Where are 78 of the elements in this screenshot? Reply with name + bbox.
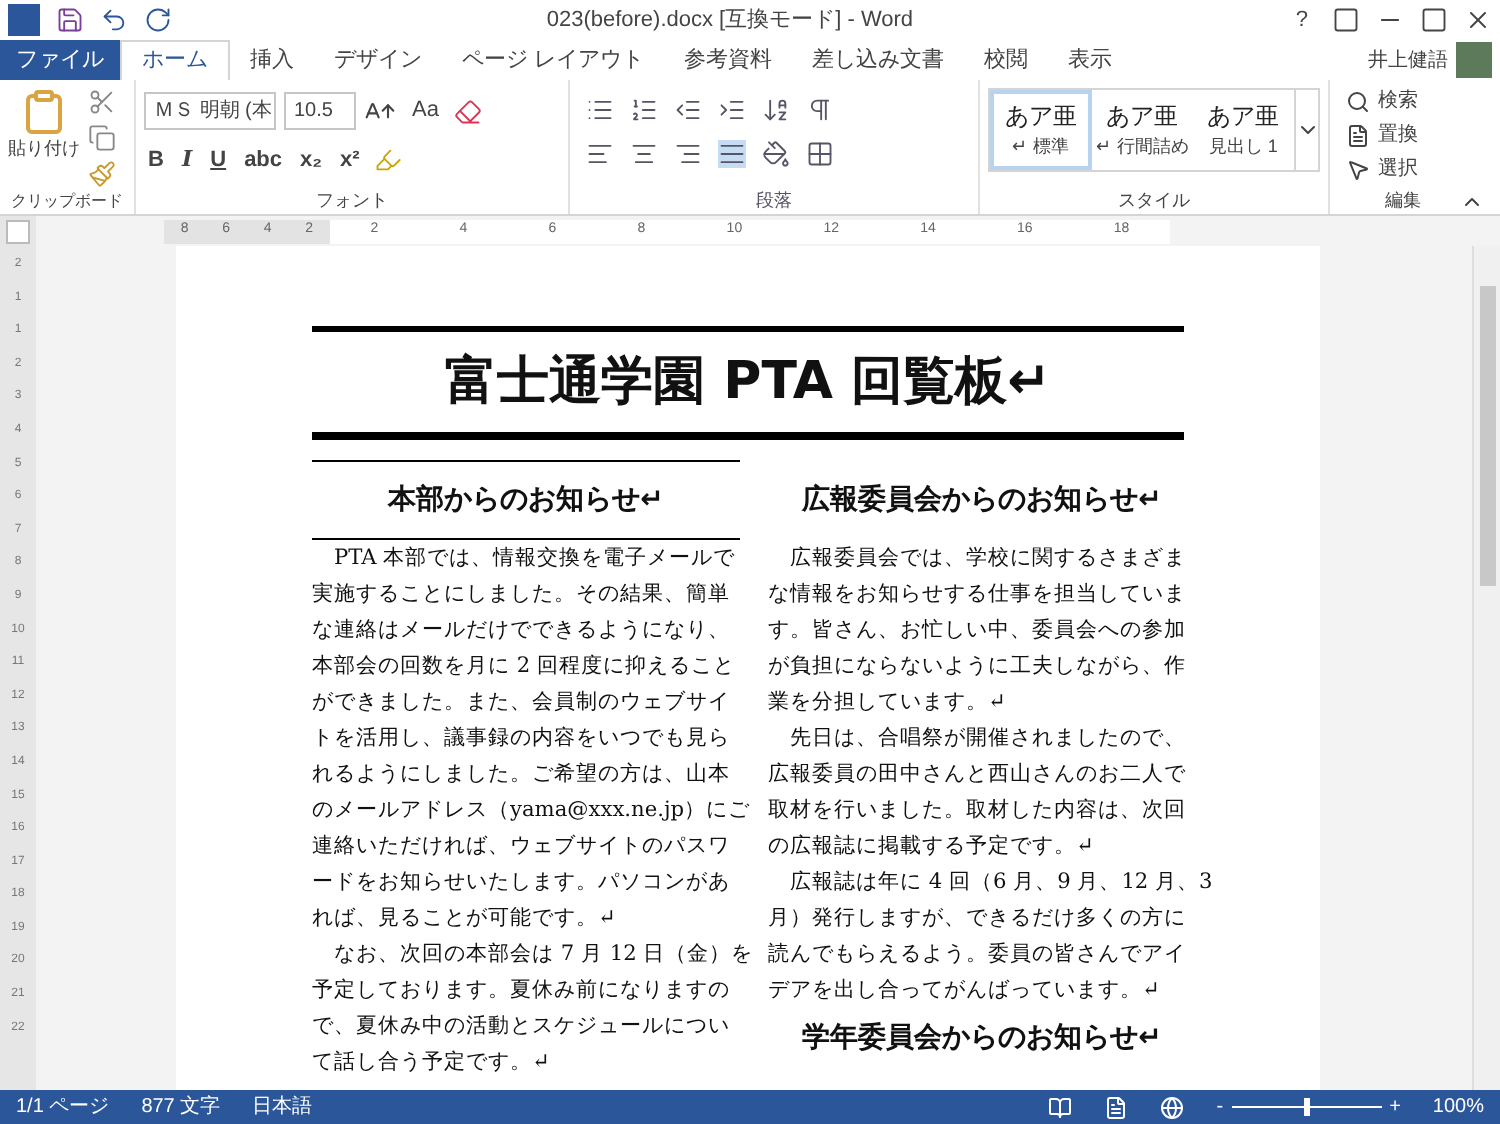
language[interactable]: 日本語: [252, 1092, 313, 1122]
ribbon-tab[interactable]: デザイン: [314, 40, 442, 80]
print-layout-icon[interactable]: [1104, 1095, 1129, 1119]
editing-button[interactable]: 検索: [1346, 86, 1484, 116]
zoom-level[interactable]: 100%: [1432, 1092, 1484, 1122]
undo-icon[interactable]: [100, 6, 128, 34]
change-case-button[interactable]: Aa: [404, 94, 447, 128]
window-title: 023(before).docx [互換モード] - Word: [544, 5, 916, 36]
document-title: 富士通学園 PTA 回覧板↵: [443, 350, 1053, 416]
pilcrow-icon[interactable]: [806, 96, 834, 124]
font-size-field[interactable]: 10.5: [284, 92, 356, 130]
sort-icon[interactable]: [762, 96, 790, 124]
maximize-icon[interactable]: [1420, 6, 1448, 34]
read-mode-icon[interactable]: [1048, 1095, 1073, 1119]
copy-icon[interactable]: [88, 124, 116, 152]
user-name[interactable]: 井上健語: [1368, 45, 1448, 75]
align-left-icon[interactable]: [586, 140, 614, 168]
shading-icon[interactable]: [762, 140, 790, 168]
editing-button[interactable]: 選択: [1346, 154, 1484, 184]
paragraph: 先日は、合唱祭が開催されましたので、 広報委員の田中さんと西山さんのお二人で 取材を行いました。取材した内容は、次回 の広報誌に掲載する予定です。↵: [768, 724, 1186, 862]
section-heading: 広報委員会からのお知らせ↵: [799, 481, 1164, 520]
paragraph: PTA 本部では、情報交換を電子メールで 実施することにしました。その結果、簡単 な連絡はメールだけでできるようになり、 本部会の回数を月に 2 回程度に抑えること ができました。また、会員制のウェブサイ トを活用し、議事録の内容をいつでも見ら れるようにしました。ご希望の方は、山本 のメールアドレス（yama@xxx.ne.jp）にご 連絡いただければ、ウェブサイトのパスワ ードをお知らせいたします。パソコンがあ れば、見ることが可能です。↵: [312, 544, 751, 934]
ribbon-tab[interactable]: 挿入: [230, 40, 314, 80]
editing-button[interactable]: 置換: [1346, 120, 1484, 150]
page-count[interactable]: 1/1 ページ: [16, 1092, 110, 1122]
cut-icon[interactable]: [88, 88, 116, 116]
avatar-placeholder: [1456, 42, 1492, 78]
align-center-icon[interactable]: [630, 140, 658, 168]
section-heading: 本部からのお知らせ↵: [312, 460, 740, 540]
style-item[interactable]: あア亜 ↵ 標準: [990, 90, 1092, 170]
redo-icon[interactable]: [144, 6, 172, 34]
save-icon[interactable]: [56, 6, 84, 34]
format-button[interactable]: B: [144, 144, 168, 177]
paintbrush-icon[interactable]: [88, 160, 116, 188]
justify-icon[interactable]: [718, 140, 746, 168]
group-label: 段落: [754, 187, 794, 213]
style-item[interactable]: あア亜 ↵ 行間詰め: [1091, 90, 1193, 170]
select-icon: [1346, 157, 1370, 181]
help-button[interactable]: ?: [1287, 3, 1316, 37]
paragraph: なお、次回の本部会は 7 月 12 日（金）を 予定しております。夏休み前になりますの で、夏休み中の活動とスケジュールについ て話し合う予定です。↵: [312, 940, 754, 1078]
borders-icon[interactable]: [806, 140, 834, 168]
format-button[interactable]: I: [177, 144, 197, 177]
zoom-out-button[interactable]: -: [1216, 1092, 1224, 1122]
group-label: スタイル: [1116, 187, 1192, 213]
format-button[interactable]: U: [206, 144, 231, 177]
zoom-thumb[interactable]: [1304, 1098, 1311, 1116]
format-button[interactable]: x²: [336, 144, 364, 177]
web-layout-icon[interactable]: [1160, 1095, 1185, 1119]
word-count[interactable]: 877 文字: [141, 1092, 221, 1122]
style-item[interactable]: あア亜 見出し 1: [1192, 90, 1294, 170]
ribbon-tab[interactable]: 参考資料: [664, 40, 793, 80]
close-icon[interactable]: [1464, 6, 1492, 34]
clipboard-icon: [20, 88, 68, 136]
paste-button[interactable]: 貼り付け: [8, 88, 80, 190]
group-label: クリップボード: [9, 190, 125, 214]
search-icon: [1346, 89, 1370, 113]
ribbon-tab[interactable]: 差し込み文書: [792, 40, 965, 80]
numbered-list-icon[interactable]: [630, 96, 658, 124]
outdent-icon[interactable]: [674, 96, 702, 124]
align-right-icon[interactable]: [674, 140, 702, 168]
format-button[interactable]: abc: [240, 144, 287, 177]
eraser-icon[interactable]: [454, 97, 483, 125]
ribbon-tab[interactable]: ページ レイアウト: [442, 40, 665, 80]
paragraph: 広報誌は年に 4 回（6 月、9 月、12 月、3 月）発行しますが、できるだけ多くの方に 読んでもらえるよう。委員の皆さんでアイ デアを出し合ってがんばっています。↵: [768, 868, 1213, 1006]
display-options-icon[interactable]: [1332, 6, 1360, 34]
zoom-in-button[interactable]: +: [1389, 1092, 1401, 1122]
paragraph: 広報委員会では、学校に関するさまざま な情報をお知らせする仕事を担当していま す。皆さん、お忙しい中、委員会への参加 が負担にならないように工夫しながら、作 業を分担しています。↵: [768, 544, 1186, 718]
indent-icon[interactable]: [718, 96, 746, 124]
font-name-field[interactable]: ＭＳ 明朝 (本: [144, 92, 276, 130]
file-tab[interactable]: ファイル: [0, 40, 120, 80]
section-heading: 学年委員会からのお知らせ↵: [800, 1020, 1164, 1058]
group-label: 編集: [1383, 188, 1423, 214]
ribbon-tab[interactable]: 表示: [1048, 40, 1133, 80]
ribbon-tab[interactable]: 校閲: [964, 40, 1049, 80]
scrollbar[interactable]: [1472, 246, 1500, 1090]
group-label: フォント: [314, 187, 390, 213]
format-button[interactable]: x₂: [296, 144, 327, 177]
ribbon-tab[interactable]: ホーム: [120, 40, 230, 80]
